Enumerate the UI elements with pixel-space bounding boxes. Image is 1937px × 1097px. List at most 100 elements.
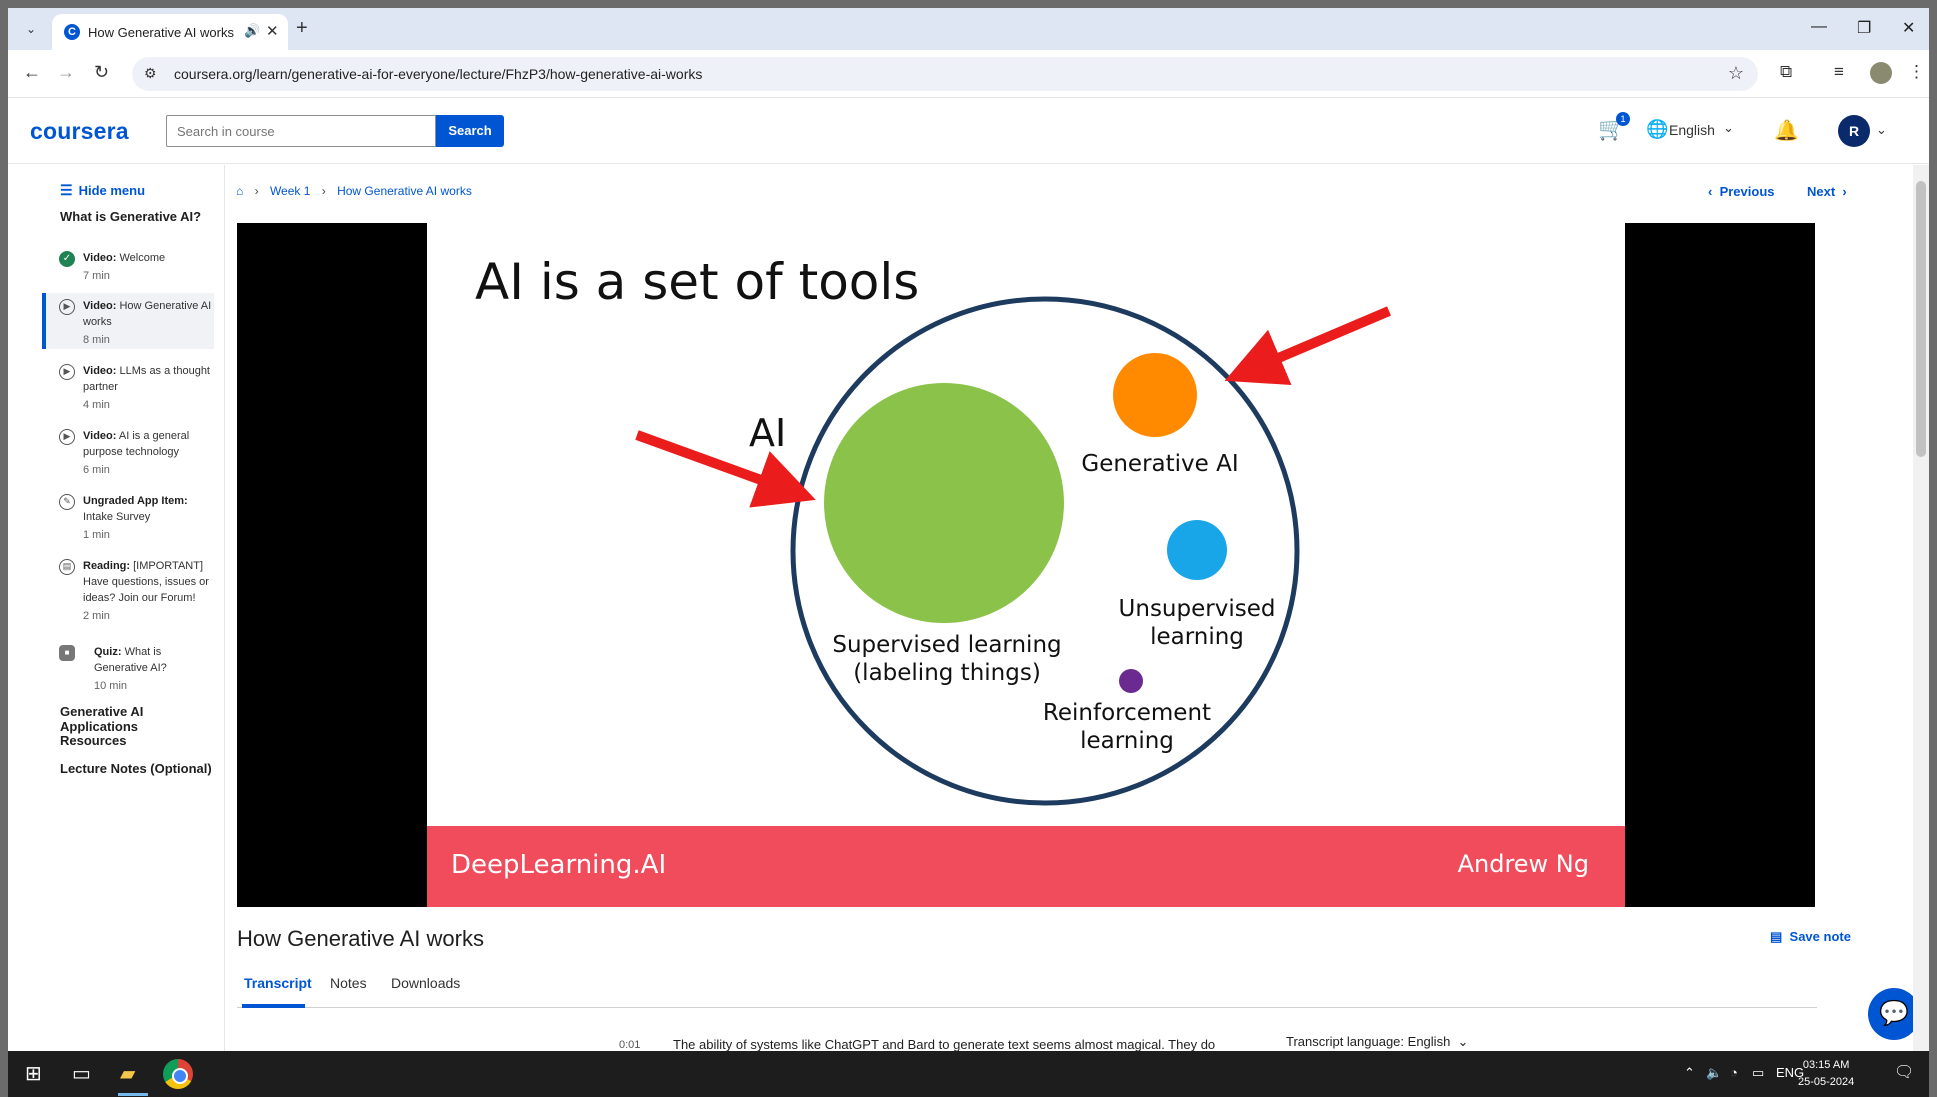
reload-icon[interactable]: ↻ bbox=[94, 62, 109, 83]
search-button[interactable]: Search bbox=[436, 115, 504, 147]
scrollbar-thumb[interactable] bbox=[1916, 181, 1926, 457]
windows-taskbar: ⊞ ▭ ▰ ⌃ 🔈 ◔ ▭ ENG 03:15 AM 25-05-2024 🗨 bbox=[8, 1051, 1929, 1097]
breadcrumb-lecture[interactable]: How Generative AI works bbox=[337, 184, 472, 198]
item-type: Video: bbox=[83, 300, 117, 312]
completed-check-icon: ✓ bbox=[59, 251, 75, 267]
back-icon[interactable]: ← bbox=[23, 62, 41, 83]
profile-avatar[interactable] bbox=[1870, 62, 1892, 84]
label-line: learning bbox=[1150, 624, 1244, 650]
forward-icon[interactable]: → bbox=[57, 62, 75, 83]
note-icon: ▤ bbox=[1770, 929, 1783, 944]
address-bar[interactable]: ⚙ coursera.org/learn/generative-ai-for-e… bbox=[132, 57, 1758, 91]
tab-transcript[interactable]: Transcript bbox=[244, 975, 312, 991]
bookmark-star-icon[interactable]: ☆ bbox=[1728, 63, 1744, 84]
item-type: Video: bbox=[83, 252, 117, 264]
sidebar-module-resources[interactable]: Resources bbox=[60, 733, 126, 748]
item-type: Video: bbox=[83, 365, 117, 377]
breadcrumb: ⌂ › Week 1 › How Generative AI works bbox=[236, 184, 480, 198]
label-line: Supervised learning bbox=[832, 632, 1062, 658]
url-text[interactable]: coursera.org/learn/generative-ai-for-eve… bbox=[174, 66, 702, 82]
section-title[interactable]: What is Generative AI? bbox=[60, 209, 201, 224]
file-explorer-icon[interactable]: ▰ bbox=[120, 1061, 135, 1086]
label-line: Reinforcement bbox=[1042, 700, 1212, 726]
home-icon[interactable]: ⌂ bbox=[236, 184, 243, 198]
close-tab-icon[interactable]: ✕ bbox=[266, 22, 279, 40]
next-label: Next bbox=[1807, 184, 1836, 199]
chevron-down-icon[interactable]: ⌄ bbox=[1876, 122, 1887, 138]
windows-start-icon[interactable]: ⊞ bbox=[25, 1061, 42, 1086]
sidebar-module-lecture-notes[interactable]: Lecture Notes (Optional) bbox=[60, 761, 212, 776]
task-view-icon[interactable]: ▭ bbox=[72, 1061, 91, 1086]
transcript-language-selector[interactable]: Transcript language: English ⌄ bbox=[1286, 1034, 1468, 1050]
tray-overflow-icon[interactable]: ⌃ bbox=[1684, 1065, 1695, 1081]
audio-playing-icon[interactable]: 🔊 bbox=[244, 23, 260, 39]
reading-icon: ▤ bbox=[59, 559, 75, 575]
tab-downloads[interactable]: Downloads bbox=[391, 975, 460, 991]
sidebar-item-general-purpose[interactable]: ▶ Video: AI is a general purpose technol… bbox=[42, 423, 214, 479]
label-line: Unsupervised bbox=[1118, 596, 1276, 622]
user-avatar[interactable]: R bbox=[1838, 115, 1870, 147]
volume-icon[interactable]: 🔈 bbox=[1706, 1065, 1722, 1081]
previous-label: Previous bbox=[1719, 184, 1775, 199]
sidebar-item-welcome[interactable]: ✓ Video: Welcome 7 min bbox=[42, 245, 214, 285]
sidebar-item-how-generative-ai-works[interactable]: ▶ Video: How Generative AI works 8 min bbox=[42, 293, 214, 349]
item-duration: 4 min bbox=[83, 399, 110, 411]
tab-notes[interactable]: Notes bbox=[330, 975, 367, 991]
chevron-down-icon: ⌄ bbox=[1457, 1034, 1469, 1049]
close-window-icon[interactable]: ✕ bbox=[1902, 18, 1915, 38]
transcript-line[interactable]: The ability of systems like ChatGPT and … bbox=[673, 1037, 1215, 1051]
previous-button[interactable]: ‹ Previous bbox=[1708, 184, 1775, 199]
save-note-label: Save note bbox=[1789, 929, 1851, 944]
sidebar-item-llms[interactable]: ▶ Video: LLMs as a thought partner 4 min bbox=[42, 358, 214, 414]
chrome-icon[interactable] bbox=[163, 1059, 193, 1089]
sidebar-item-forum-reading[interactable]: ▤ Reading: [IMPORTANT] Have questions, i… bbox=[42, 553, 214, 623]
desktop: ⌄ C How Generative AI works | 🔊 ✕ + — ❐ … bbox=[0, 0, 1937, 1097]
bell-icon[interactable]: 🔔 bbox=[1774, 118, 1799, 143]
wifi-icon[interactable]: ◔ bbox=[1730, 1065, 1738, 1080]
site-info-icon[interactable]: ⚙ bbox=[144, 65, 157, 82]
item-type: Reading: bbox=[83, 560, 131, 572]
coursera-favicon-icon: C bbox=[64, 24, 80, 40]
coursera-logo[interactable]: coursera bbox=[30, 118, 129, 145]
item-duration: 10 min bbox=[94, 680, 128, 692]
video-player[interactable]: AI is a set of tools AI Generative AI Un… bbox=[237, 223, 1815, 907]
battery-icon[interactable]: ▭ bbox=[1752, 1065, 1764, 1081]
site-header: coursera Search 🛒 1 🌐 English ⌄ 🔔 R ⌄ bbox=[8, 98, 1929, 164]
minimize-icon[interactable]: — bbox=[1811, 18, 1827, 36]
next-button[interactable]: Next › bbox=[1807, 184, 1847, 199]
breadcrumb-week[interactable]: Week 1 bbox=[270, 184, 310, 198]
chevron-down-icon[interactable]: ⌄ bbox=[1723, 120, 1734, 136]
new-tab-icon[interactable]: + bbox=[296, 17, 308, 40]
slide-footer: DeepLearning.AI Andrew Ng bbox=[427, 826, 1625, 907]
page-scrollbar[interactable] bbox=[1913, 165, 1929, 1051]
notifications-icon[interactable]: 🗨 bbox=[1894, 1062, 1914, 1082]
more-menu-icon[interactable]: ⋮ bbox=[1908, 62, 1925, 82]
cart-count-badge: 1 bbox=[1616, 112, 1630, 126]
language-selector[interactable]: English bbox=[1669, 122, 1715, 138]
reinforcement-learning-circle bbox=[1119, 669, 1143, 693]
chevron-right-icon: › bbox=[254, 184, 259, 198]
app-item-icon: ✎ bbox=[59, 494, 75, 510]
generative-ai-circle bbox=[1113, 353, 1197, 437]
label-generative-ai: Generative AI bbox=[1081, 451, 1239, 477]
media-controls-icon[interactable]: ≡ bbox=[1834, 62, 1844, 82]
browser-tab[interactable]: C How Generative AI works | 🔊 ✕ bbox=[52, 14, 288, 50]
hide-menu-button[interactable]: ☰ Hide menu bbox=[60, 182, 145, 199]
sidebar-item-intake-survey[interactable]: ✎ Ungraded App Item: Intake Survey 1 min bbox=[42, 488, 214, 544]
sidebar-item-quiz[interactable]: ■ Quiz: What is Generative AI? 10 min bbox=[42, 639, 214, 695]
tab-search-icon[interactable]: ⌄ bbox=[20, 18, 42, 40]
chevron-right-icon: › bbox=[321, 184, 326, 198]
transcript-timestamp[interactable]: 0:01 bbox=[619, 1039, 640, 1051]
save-note-button[interactable]: ▤ Save note bbox=[1770, 929, 1851, 945]
transcript-language-value: English bbox=[1407, 1034, 1451, 1049]
sidebar-module-applications[interactable]: Generative AI Applications bbox=[60, 704, 224, 734]
label-reinforcement-learning: Reinforcement learning bbox=[1027, 699, 1227, 755]
restore-icon[interactable]: ❐ bbox=[1857, 18, 1871, 38]
extensions-icon[interactable]: ⧉ bbox=[1780, 62, 1792, 82]
system-clock[interactable]: 03:15 AM 25-05-2024 bbox=[1798, 1057, 1854, 1091]
item-type: Quiz: bbox=[94, 646, 122, 658]
lecture-tabs: Transcript Notes Downloads bbox=[237, 963, 1817, 1008]
course-search-input[interactable] bbox=[166, 115, 436, 147]
globe-icon[interactable]: 🌐 bbox=[1646, 119, 1668, 140]
item-title: Welcome bbox=[119, 252, 166, 264]
